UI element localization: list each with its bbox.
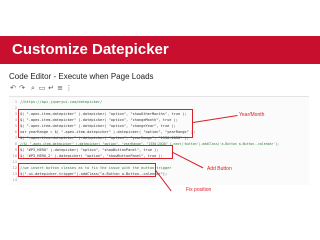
format-icon[interactable]: ⋮ <box>65 84 73 92</box>
line-number: 9 <box>14 148 17 152</box>
line-number: 10 <box>12 154 17 158</box>
line-number: 7 <box>14 136 17 140</box>
indent-icon[interactable]: ≡ <box>56 84 64 92</box>
line-number: 13 <box>12 172 17 176</box>
line-number: 11 <box>12 160 17 164</box>
year-month-highlight <box>18 109 193 138</box>
year-month-callout: Year/Month <box>239 112 265 118</box>
line-number: 12 <box>12 166 17 170</box>
redo-icon[interactable]: ↷ <box>18 84 26 92</box>
slide-title: Customize Datepicker <box>12 41 169 58</box>
line-number: 5 <box>14 124 17 128</box>
add-button-callout: Add Button <box>207 166 232 172</box>
code-line: //https://api.jqueryui.com/datepicker/ <box>20 100 103 104</box>
editor-label: Code Editor - Execute when Page Loads <box>9 72 154 81</box>
editor-toolbar: ↶ ↷ ⌕ ▭ ↵ ≡ ⋮ <box>9 84 309 93</box>
line-number: 6 <box>14 130 17 134</box>
line-number: 8 <box>14 142 17 146</box>
slide-title-bar: Customize Datepicker <box>0 36 320 64</box>
fix-position-highlight <box>18 163 156 177</box>
line-number: 14 <box>12 178 17 182</box>
fix-position-callout: Fix position <box>186 187 212 193</box>
line-number: 2 <box>14 106 17 110</box>
wrap-icon[interactable]: ↵ <box>47 84 55 92</box>
line-number: 1 <box>14 100 17 104</box>
undo-icon[interactable]: ↶ <box>9 84 17 92</box>
search-icon[interactable]: ⌕ <box>29 84 37 92</box>
save-icon[interactable]: ▭ <box>38 84 46 92</box>
line-number: 4 <box>14 118 17 122</box>
line-number: 3 <box>14 112 17 116</box>
add-button-highlight <box>18 145 173 159</box>
